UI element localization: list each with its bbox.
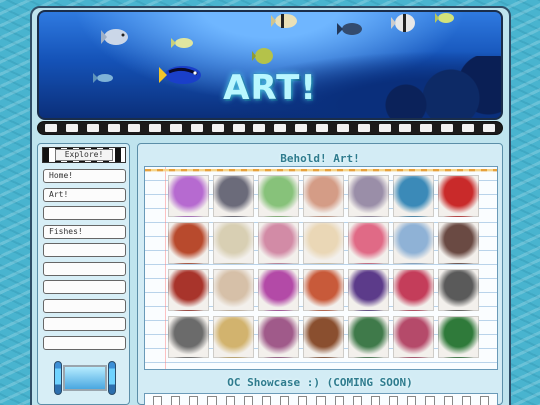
art-thumbnail[interactable] bbox=[303, 269, 344, 311]
fish-icon bbox=[391, 14, 415, 32]
main-content: Behold! Art! OC Showcase :) (COMING SOON… bbox=[137, 143, 503, 405]
art-thumbnail[interactable] bbox=[258, 269, 299, 311]
art-thumbnail[interactable] bbox=[213, 175, 254, 217]
fish-icon bbox=[252, 48, 273, 64]
art-thumbnail[interactable] bbox=[168, 316, 209, 358]
sidebar: Explore! Home! Art! Fishes! bbox=[37, 143, 130, 405]
art-thumbnail[interactable] bbox=[348, 316, 389, 358]
art-thumbnail[interactable] bbox=[303, 316, 344, 358]
nav-link-fishes[interactable]: Fishes! bbox=[43, 224, 126, 239]
art-thumbnail[interactable] bbox=[348, 222, 389, 264]
aquarium-icon bbox=[54, 361, 116, 395]
art-thumbnail[interactable] bbox=[213, 269, 254, 311]
art-thumbnail[interactable] bbox=[258, 316, 299, 358]
thumbnail-grid bbox=[168, 175, 484, 358]
art-thumbnail[interactable] bbox=[438, 269, 479, 311]
art-thumbnail[interactable] bbox=[213, 222, 254, 264]
art-thumbnail[interactable] bbox=[168, 269, 209, 311]
art-gallery bbox=[144, 166, 498, 370]
art-thumbnail[interactable] bbox=[348, 269, 389, 311]
art-thumbnail[interactable] bbox=[303, 222, 344, 264]
art-thumbnail[interactable] bbox=[393, 175, 434, 217]
nav-link-empty[interactable] bbox=[43, 243, 126, 257]
nav-link-empty[interactable] bbox=[43, 261, 126, 276]
nav-link-empty[interactable] bbox=[43, 298, 126, 313]
fish-icon bbox=[271, 14, 297, 28]
art-thumbnail[interactable] bbox=[393, 316, 434, 358]
fish-icon bbox=[435, 13, 454, 23]
art-thumbnail[interactable] bbox=[303, 175, 344, 217]
nav-link-home[interactable]: Home! bbox=[43, 169, 126, 183]
fish-icon bbox=[101, 29, 128, 45]
art-thumbnail[interactable] bbox=[258, 175, 299, 217]
art-thumbnail[interactable] bbox=[168, 175, 209, 217]
nav-link-empty[interactable] bbox=[43, 206, 126, 220]
nav-link-art[interactable]: Art! bbox=[43, 187, 126, 202]
art-thumbnail[interactable] bbox=[438, 316, 479, 358]
sidebar-header: Explore! bbox=[42, 147, 126, 163]
art-thumbnail[interactable] bbox=[168, 222, 209, 264]
nav-link-empty[interactable] bbox=[43, 280, 126, 294]
header-banner: ART! bbox=[37, 10, 503, 120]
fish-icon bbox=[171, 38, 193, 48]
nav-link-empty[interactable] bbox=[43, 317, 126, 331]
art-thumbnail[interactable] bbox=[213, 316, 254, 358]
gallery-title: Behold! Art! bbox=[280, 152, 360, 165]
nav-link-empty[interactable] bbox=[43, 335, 126, 350]
banner-title: ART! bbox=[223, 68, 317, 108]
oc-showcase-title: OC Showcase :) (COMING SOON) bbox=[227, 376, 413, 389]
fish-icon bbox=[337, 23, 362, 35]
art-thumbnail[interactable] bbox=[438, 222, 479, 264]
oc-showcase-strip bbox=[144, 393, 498, 405]
art-thumbnail[interactable] bbox=[258, 222, 299, 264]
art-thumbnail[interactable] bbox=[393, 222, 434, 264]
art-thumbnail[interactable] bbox=[438, 175, 479, 217]
sidebar-nav: Home! Art! Fishes! bbox=[43, 169, 126, 354]
art-thumbnail[interactable] bbox=[393, 269, 434, 311]
art-thumbnail[interactable] bbox=[348, 175, 389, 217]
filmstrip-divider bbox=[37, 121, 503, 135]
sidebar-header-label: Explore! bbox=[55, 149, 113, 161]
